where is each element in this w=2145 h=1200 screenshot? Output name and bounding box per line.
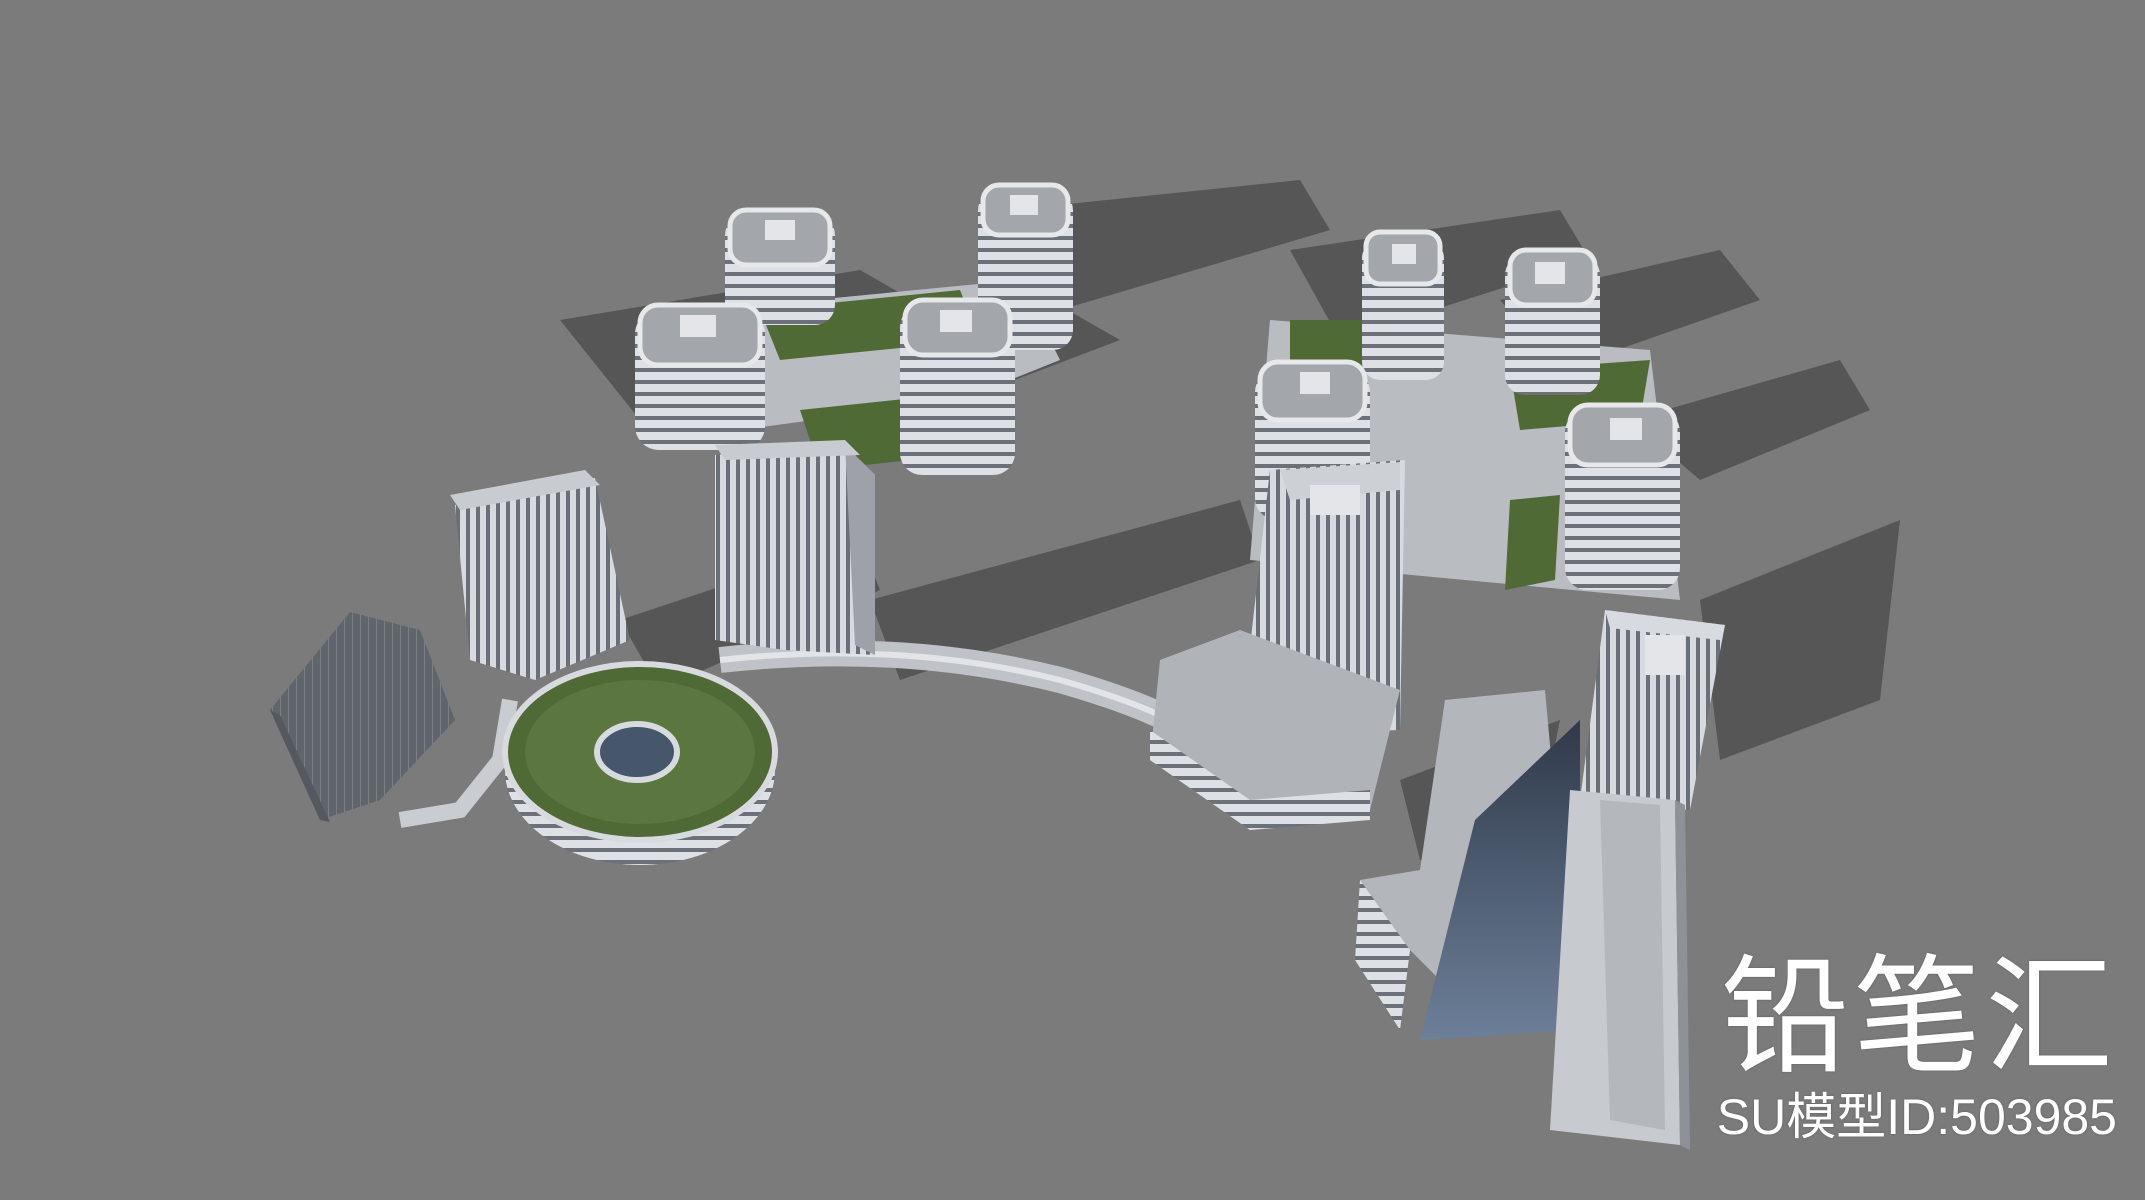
watermark: 铅笔汇 SU模型ID:503985 <box>1716 943 2117 1146</box>
tower-left-cluster-4 <box>900 297 1015 475</box>
tower-right-cluster-2 <box>1505 247 1600 395</box>
slab-building-far-left <box>270 612 455 822</box>
slab-building-left <box>450 470 630 680</box>
watermark-model-id: SU模型ID:503985 <box>1716 1089 2117 1145</box>
tower-right-cluster-4 <box>1565 402 1680 590</box>
tower-right-cluster-1 <box>1362 229 1444 380</box>
tower-left-cluster-3 <box>635 302 765 450</box>
slab-building-right <box>1580 610 1725 810</box>
circular-building <box>502 661 778 865</box>
watermark-brand: 铅笔汇 <box>1720 943 2117 1092</box>
slab-building-center <box>715 440 875 655</box>
